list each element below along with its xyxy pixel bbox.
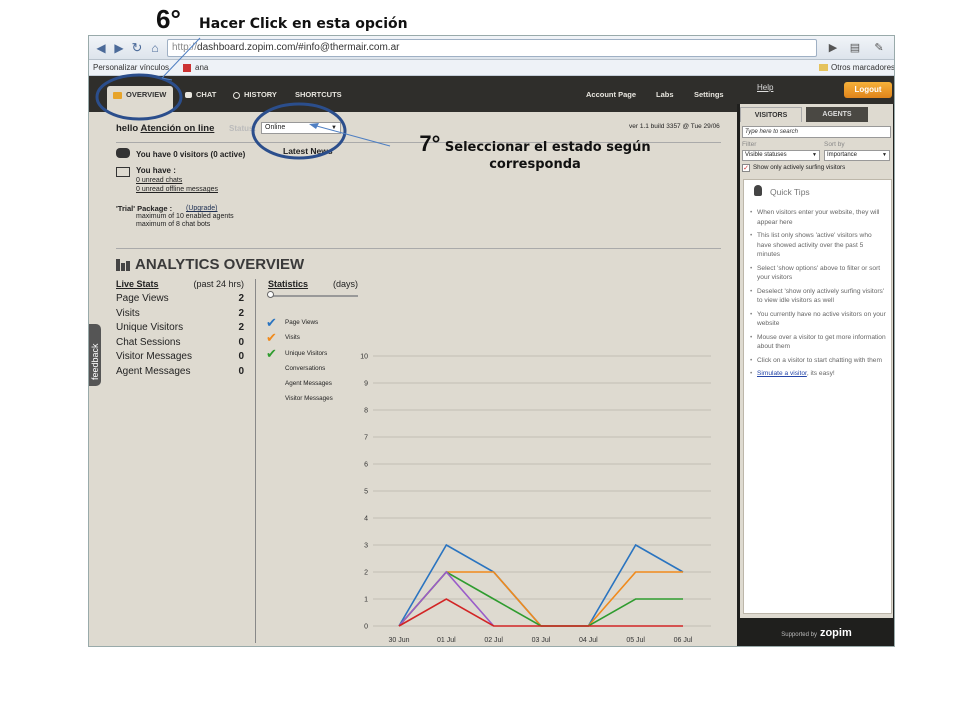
step7-annotation: 7° Seleccionar el estado según correspon…	[390, 131, 680, 172]
step7-pointer-line	[312, 124, 391, 147]
status-highlight-circle	[251, 102, 347, 160]
step7-arrowhead	[309, 123, 319, 129]
overview-highlight-circle	[95, 73, 183, 121]
step7-text-line2: corresponda	[489, 157, 581, 172]
step7-number: 7°	[419, 131, 441, 156]
step7-text-line1: Seleccionar el estado según	[444, 140, 651, 155]
step6-pointer-line	[161, 37, 201, 79]
annotation-overlay	[95, 37, 391, 160]
